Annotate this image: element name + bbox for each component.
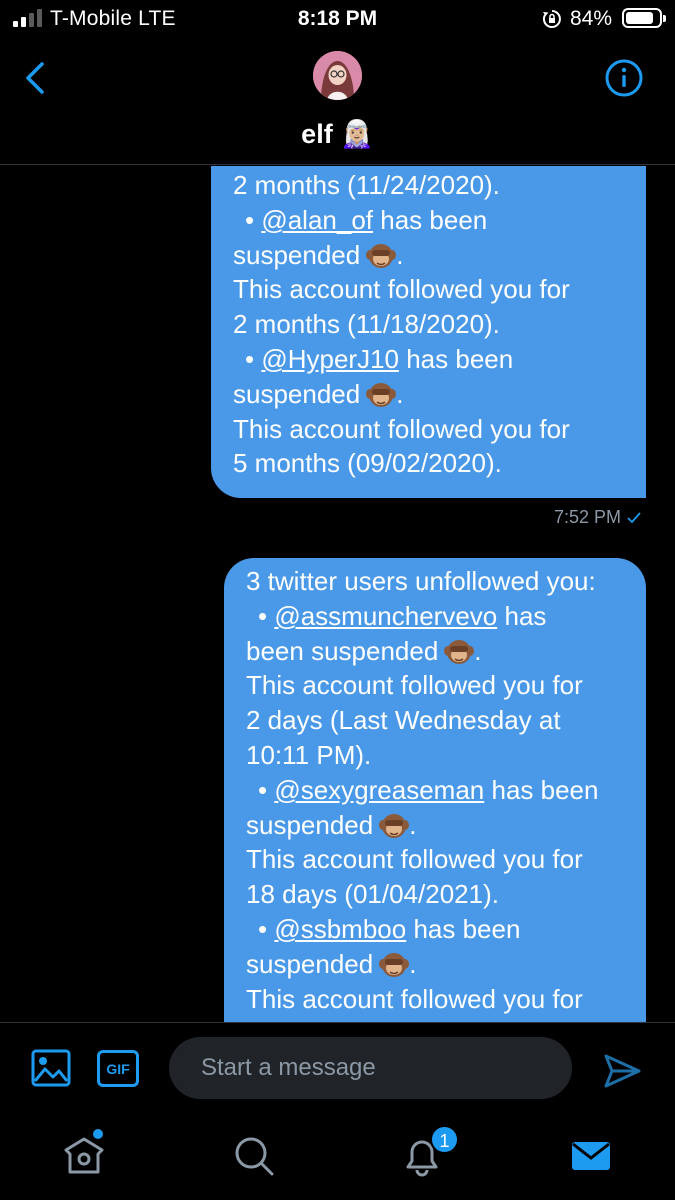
bullet: • <box>258 600 275 631</box>
see-no-evil-monkey-icon <box>379 952 410 977</box>
message-line: suspended. <box>246 808 626 843</box>
message-text: 10:11 PM). <box>246 739 372 770</box>
message-text: . <box>474 635 482 666</box>
message-timestamp: 7:52 PM <box>554 507 641 528</box>
message-text: suspended <box>233 239 361 270</box>
status-bar: T-Mobile LTE 8:18 PM 84% <box>0 0 675 38</box>
message-line: • @assmunchervevo has <box>246 599 626 634</box>
message-line: 10:11 PM). <box>246 738 626 773</box>
message-line: 2 days (Last Wednesday at <box>246 703 626 738</box>
message-bubble[interactable]: 2 months (11/24/2020). • @alan_of has bee… <box>211 166 646 498</box>
message-line: • @ssbmboo has been <box>246 912 626 947</box>
message-line: suspended. <box>233 238 626 273</box>
message-text: 3 twitter users unfollowed you: <box>246 566 596 596</box>
image-icon[interactable] <box>31 1049 71 1087</box>
see-no-evil-monkey-icon <box>379 813 410 838</box>
mention-link[interactable]: @assmunchervevo <box>274 601 497 631</box>
message-line: 3 twitter users unfollowed you: <box>246 564 626 599</box>
message-line: This account followed you for <box>246 982 626 1017</box>
message-line: 18 days (01/04/2021). <box>246 877 626 912</box>
message-line: suspended. <box>233 377 626 412</box>
message-text: This account followed you for <box>246 844 583 875</box>
message-text: has <box>497 600 547 631</box>
message-text: This account followed you for <box>246 670 583 701</box>
message-line: 5 months (09/02/2020). <box>233 446 626 481</box>
message-line: This account followed you for <box>246 842 626 877</box>
message-text: 2 months (11/24/2020). <box>233 170 500 200</box>
chevron-left-icon[interactable] <box>20 58 54 98</box>
message-text: . <box>409 809 417 840</box>
bullet: • <box>258 774 275 805</box>
mention-link[interactable]: @ssbmboo <box>274 914 406 944</box>
battery-icon <box>622 8 666 28</box>
message-text: . <box>396 378 404 409</box>
message-line: This account followed you for <box>233 412 626 447</box>
message-text: This account followed you for <box>246 983 583 1014</box>
see-no-evil-monkey-icon <box>366 382 397 407</box>
rotation-lock-icon <box>542 10 561 28</box>
message-input[interactable] <box>169 1037 572 1099</box>
message-text: suspended <box>233 378 361 409</box>
message-text: suspended <box>246 809 374 840</box>
battery-fill <box>626 12 653 24</box>
message-line: been suspended. <box>246 634 626 669</box>
bullet: • <box>258 913 275 944</box>
message-text: 2 months (11/18/2020). <box>233 309 500 340</box>
see-no-evil-monkey-icon <box>444 639 475 664</box>
message-text: 2 days (Last Wednesday at <box>246 705 561 736</box>
send-icon[interactable] <box>602 1051 642 1091</box>
message-text: . <box>409 948 417 979</box>
message-time: 7:52 PM <box>553 507 621 527</box>
conversation-header: elf 🧝🏼‍♀️ <box>0 38 675 165</box>
message-text: . <box>396 239 404 270</box>
envelope-icon[interactable] <box>569 1134 613 1178</box>
bullet: • <box>245 204 262 235</box>
message-text: has been <box>484 774 599 805</box>
message-text: been suspended <box>246 635 439 666</box>
checkmark-icon <box>627 511 641 523</box>
bullet: • <box>245 343 262 374</box>
gif-button[interactable]: GIF <box>97 1050 139 1087</box>
message-line: This account followed you for <box>246 668 626 703</box>
message-line: suspended. <box>246 947 626 982</box>
avatar[interactable] <box>313 51 362 100</box>
message-composer: GIF <box>0 1022 675 1114</box>
message-text: has been <box>373 204 488 235</box>
message-text: This account followed you for <box>233 274 570 305</box>
message-text: has been <box>406 913 521 944</box>
message-line: 2 months (11/24/2020). <box>233 168 626 203</box>
message-line: • @sexygreaseman has been <box>246 773 626 808</box>
message-line: • @alan_of has been <box>233 203 626 238</box>
mention-link[interactable]: @HyperJ10 <box>261 344 399 374</box>
battery-percent: 84% <box>570 7 613 30</box>
search-icon[interactable] <box>232 1134 276 1178</box>
message-text: 5 months (09/02/2020). <box>233 448 502 479</box>
message-line: 2 months (11/18/2020). <box>233 307 626 342</box>
message-text: suspended <box>246 948 374 979</box>
info-icon[interactable] <box>604 58 644 98</box>
see-no-evil-monkey-icon <box>366 243 397 268</box>
mention-link[interactable]: @sexygreaseman <box>274 775 484 805</box>
new-content-dot <box>93 1129 103 1139</box>
message-text: This account followed you for <box>233 413 570 444</box>
contact-name[interactable]: elf 🧝🏼‍♀️ <box>0 118 675 150</box>
message-bubble[interactable]: 3 twitter users unfollowed you: • @assmun… <box>224 558 646 1022</box>
home-icon[interactable] <box>62 1134 106 1178</box>
tab-bar <box>0 1114 675 1200</box>
mention-link[interactable]: @alan_of <box>261 205 373 235</box>
message-line: This account followed you for <box>233 272 626 307</box>
message-line: • @HyperJ10 has been <box>233 342 626 377</box>
notification-badge: 1 <box>430 1125 459 1154</box>
message-list[interactable]: 2 months (11/24/2020). • @alan_of has bee… <box>0 166 675 1022</box>
avatar-image <box>313 51 362 100</box>
message-text: has been <box>399 343 514 374</box>
message-text: 18 days (01/04/2021). <box>246 879 499 910</box>
